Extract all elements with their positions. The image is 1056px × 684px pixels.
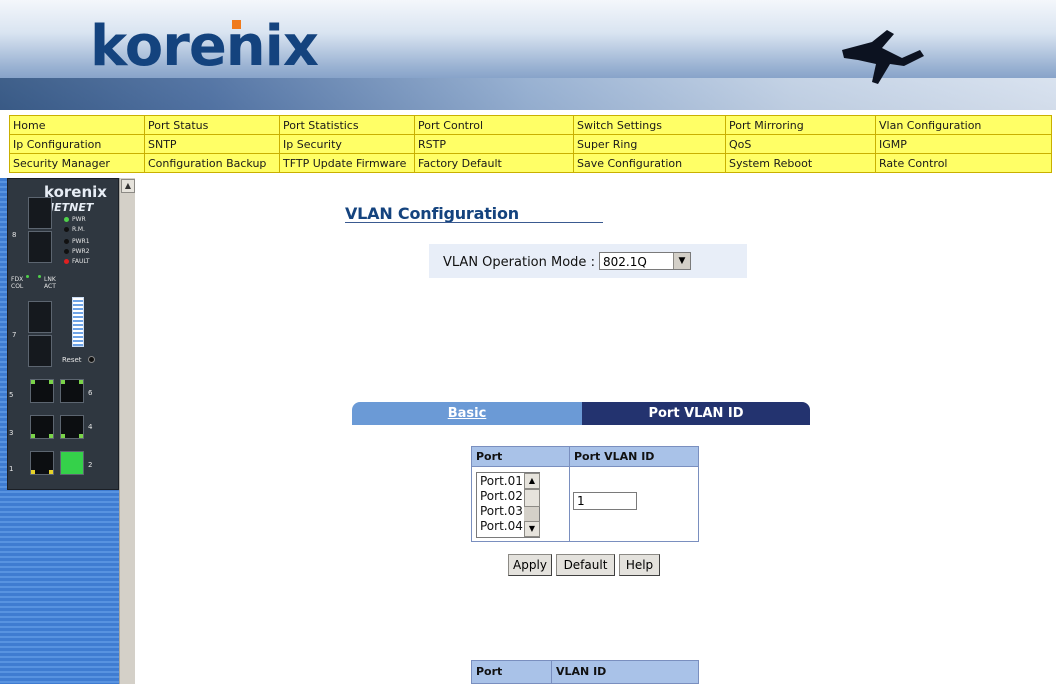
port-listbox[interactable]: Port.01 Port.02 Port.03 Port.04 ▲ ▼ [476,472,540,538]
list-item[interactable]: Port.03 [480,504,523,519]
column-header-port-vlan-id: Port VLAN ID [570,447,698,467]
led-label-fault: FAULT [72,258,90,265]
page-title: VLAN Configuration [345,204,519,223]
column-header-vlan-id: VLAN ID [556,665,607,678]
port-number-8: 8 [12,231,17,239]
nav-system-reboot[interactable]: System Reboot [725,153,876,173]
legend-fdx: FDX [11,276,24,283]
rj45-port-4[interactable] [60,415,84,439]
switch-front-panel: korenix JETNET 8 PWR R.M. PWR1 PWR2 FAUL… [7,178,119,490]
pwr2-led-icon [64,249,69,254]
title-underline [345,222,603,223]
nav-ip-configuration[interactable]: Ip Configuration [9,134,145,154]
nav-port-status[interactable]: Port Status [144,115,280,135]
rj45-port-3[interactable] [30,415,54,439]
port-number-3: 3 [9,429,14,437]
rj45-port-6[interactable] [60,379,84,403]
pwr-led-icon [64,217,69,222]
lnk-led-icon [38,275,41,278]
list-item[interactable]: Port.01 [480,474,523,489]
port-vlan-id-input[interactable]: 1 [573,492,637,510]
scroll-down-icon[interactable]: ▼ [524,521,540,537]
nav-qos[interactable]: QoS [725,134,876,154]
skier-silhouette-icon [842,30,924,84]
column-header-port: Port [472,447,569,467]
column-divider [569,447,570,541]
legend-act: ACT [44,283,56,290]
nav-rate-control[interactable]: Rate Control [875,153,1052,173]
nav-sntp[interactable]: SNTP [144,134,280,154]
chevron-down-icon[interactable]: ▼ [673,253,690,269]
led-label-rm: R.M. [72,226,85,233]
nav-super-ring[interactable]: Super Ring [573,134,726,154]
port-number-2: 2 [88,461,93,469]
scroll-up-icon[interactable]: ▲ [121,179,135,193]
column-header-port: Port [476,665,503,678]
legend-col: COL [11,283,24,290]
rj45-port-2[interactable] [60,451,84,475]
fiber-port-7a[interactable] [28,301,52,333]
nav-port-mirroring[interactable]: Port Mirroring [725,115,876,135]
reset-label: Reset [62,356,82,364]
nav-configuration-backup[interactable]: Configuration Backup [144,153,280,173]
vlan-tabs: Basic Port VLAN ID [352,402,810,425]
list-item[interactable]: Port.04 [480,519,523,534]
fault-led-icon [64,259,69,264]
default-button[interactable]: Default [556,554,615,576]
port-number-4: 4 [88,423,93,431]
scroll-up-icon[interactable]: ▲ [524,473,540,489]
nav-ip-security[interactable]: Ip Security [279,134,415,154]
top-navigation: Home Port Status Port Statistics Port Co… [9,115,1052,173]
nav-igmp[interactable]: IGMP [875,134,1052,154]
dip-switch-icon [72,297,84,347]
nav-rstp[interactable]: RSTP [414,134,574,154]
vlan-mode-label: VLAN Operation Mode : [443,255,595,270]
fiber-port-7b[interactable] [28,335,52,367]
scroll-thumb[interactable] [524,489,540,507]
vlan-mode-select[interactable]: 802.1Q ▼ [599,252,691,270]
legend-lnk: LNK [44,276,56,283]
header-banner: korenix [0,0,1056,110]
fiber-port-8a[interactable] [28,197,52,229]
korenix-logo: korenix [90,14,319,79]
port-number-6: 6 [88,389,93,397]
rm-led-icon [64,227,69,232]
rj45-port-5[interactable] [30,379,54,403]
nav-switch-settings[interactable]: Switch Settings [573,115,726,135]
led-label-pwr: PWR [72,216,86,223]
fdx-led-icon [26,275,29,278]
nav-security-manager[interactable]: Security Manager [9,153,145,173]
device-panel: korenix JETNET 8 PWR R.M. PWR1 PWR2 FAUL… [0,178,135,684]
device-model: JETNET [50,201,94,214]
nav-vlan-configuration[interactable]: Vlan Configuration [875,115,1052,135]
nav-port-control[interactable]: Port Control [414,115,574,135]
pwr1-led-icon [64,239,69,244]
listbox-scrollbar[interactable]: ▲ ▼ [524,473,540,537]
nav-factory-default[interactable]: Factory Default [414,153,574,173]
apply-button[interactable]: Apply [508,554,552,576]
panel-scrollbar[interactable]: ▲ [119,178,135,684]
device-brand: korenix [44,183,107,201]
rj45-port-1[interactable] [30,451,54,475]
logo-accent [232,20,241,29]
nav-port-statistics[interactable]: Port Statistics [279,115,415,135]
tab-basic[interactable]: Basic [352,402,582,425]
reset-button-icon[interactable] [88,356,95,363]
port-number-7: 7 [12,331,17,339]
nav-tftp-update-firmware[interactable]: TFTP Update Firmware [279,153,415,173]
vlan-mode-value: 802.1Q [603,255,647,269]
nav-save-configuration[interactable]: Save Configuration [573,153,726,173]
tab-port-vlan-id[interactable]: Port VLAN ID [582,402,810,425]
fiber-port-8b[interactable] [28,231,52,263]
led-label-pwr2: PWR2 [72,248,90,255]
vlan-summary-table: Port VLAN ID [471,660,699,684]
vlan-mode-panel: VLAN Operation Mode : 802.1Q ▼ [429,244,747,278]
port-vlan-id-table: Port Port VLAN ID Port.01 Port.02 Port.0… [471,446,699,542]
port-number-5: 5 [9,391,14,399]
port-number-1: 1 [9,465,14,473]
led-label-pwr1: PWR1 [72,238,90,245]
help-button[interactable]: Help [619,554,660,576]
list-item[interactable]: Port.02 [480,489,523,504]
nav-home[interactable]: Home [9,115,145,135]
